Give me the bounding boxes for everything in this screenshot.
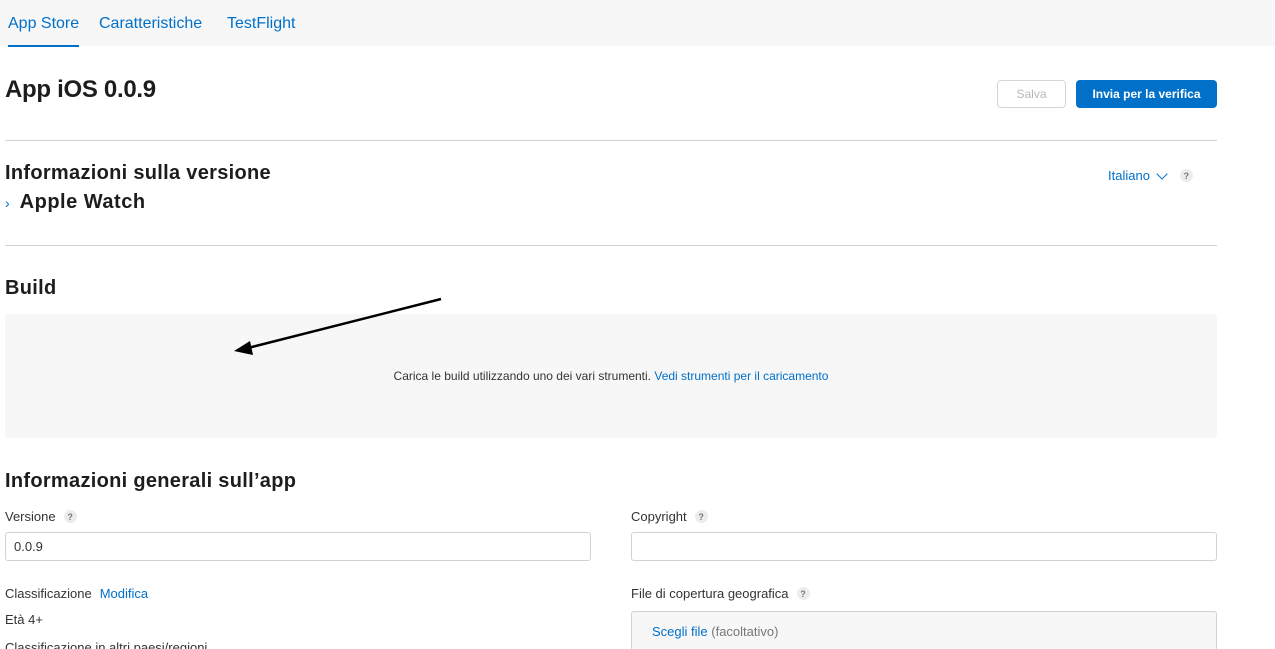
top-nav: App Store Caratteristiche TestFlight: [0, 0, 1275, 47]
rating-value: Età 4+: [5, 612, 43, 627]
tab-caratteristiche[interactable]: Caratteristiche: [99, 15, 202, 33]
version-input[interactable]: 0.0.9: [5, 532, 591, 561]
language-selector[interactable]: Italiano ?: [1108, 167, 1193, 183]
divider: [5, 245, 1217, 246]
copyright-label-text: Copyright: [631, 509, 687, 524]
rating-label-text: Classificazione: [5, 586, 92, 601]
version-label: Versione ?: [5, 509, 77, 524]
choose-file-link[interactable]: Scegli file: [652, 624, 708, 639]
apple-watch-label: Apple Watch: [19, 192, 146, 213]
build-message-text: Carica le build utilizzando uno dei vari…: [393, 369, 652, 383]
help-icon[interactable]: ?: [1179, 169, 1193, 182]
build-message: Carica le build utilizzando uno dei vari…: [5, 369, 1217, 383]
help-icon[interactable]: ?: [694, 510, 708, 523]
divider: [5, 140, 1217, 141]
upload-tools-link[interactable]: Vedi strumenti per il caricamento: [654, 369, 828, 383]
rating-edit-link[interactable]: Modifica: [100, 586, 148, 601]
copyright-input[interactable]: [631, 532, 1217, 561]
optional-note: (facoltativo): [711, 624, 779, 639]
rating-other-regions-link[interactable]: Classificazione in altri paesi/regioni: [5, 640, 207, 649]
submit-for-review-button[interactable]: Invia per la verifica: [1076, 80, 1217, 108]
tab-app-store[interactable]: App Store: [8, 15, 80, 47]
geo-coverage-file-picker[interactable]: Scegli file (facoltativo): [631, 611, 1217, 649]
geo-coverage-label: File di copertura geografica ?: [631, 586, 810, 601]
geo-coverage-label-text: File di copertura geografica: [631, 586, 789, 601]
chevron-right-icon: ›: [5, 194, 10, 211]
general-info-title: Informazioni generali sull’app: [5, 470, 297, 492]
version-info-title: Informazioni sulla versione: [5, 162, 271, 184]
language-label: Italiano: [1108, 168, 1150, 183]
version-label-text: Versione: [5, 509, 56, 524]
rating-label: Classificazione Modifica: [5, 586, 148, 601]
tab-testflight[interactable]: TestFlight: [227, 15, 295, 33]
help-icon[interactable]: ?: [796, 587, 810, 600]
save-button[interactable]: Salva: [997, 80, 1066, 108]
page-title: App iOS 0.0.9: [5, 76, 156, 103]
build-upload-area: Carica le build utilizzando uno dei vari…: [5, 314, 1217, 438]
help-icon[interactable]: ?: [63, 510, 77, 523]
chevron-down-icon: [1156, 167, 1168, 180]
copyright-label: Copyright ?: [631, 509, 708, 524]
build-title: Build: [5, 277, 57, 299]
apple-watch-disclosure[interactable]: › Apple Watch: [5, 192, 146, 213]
